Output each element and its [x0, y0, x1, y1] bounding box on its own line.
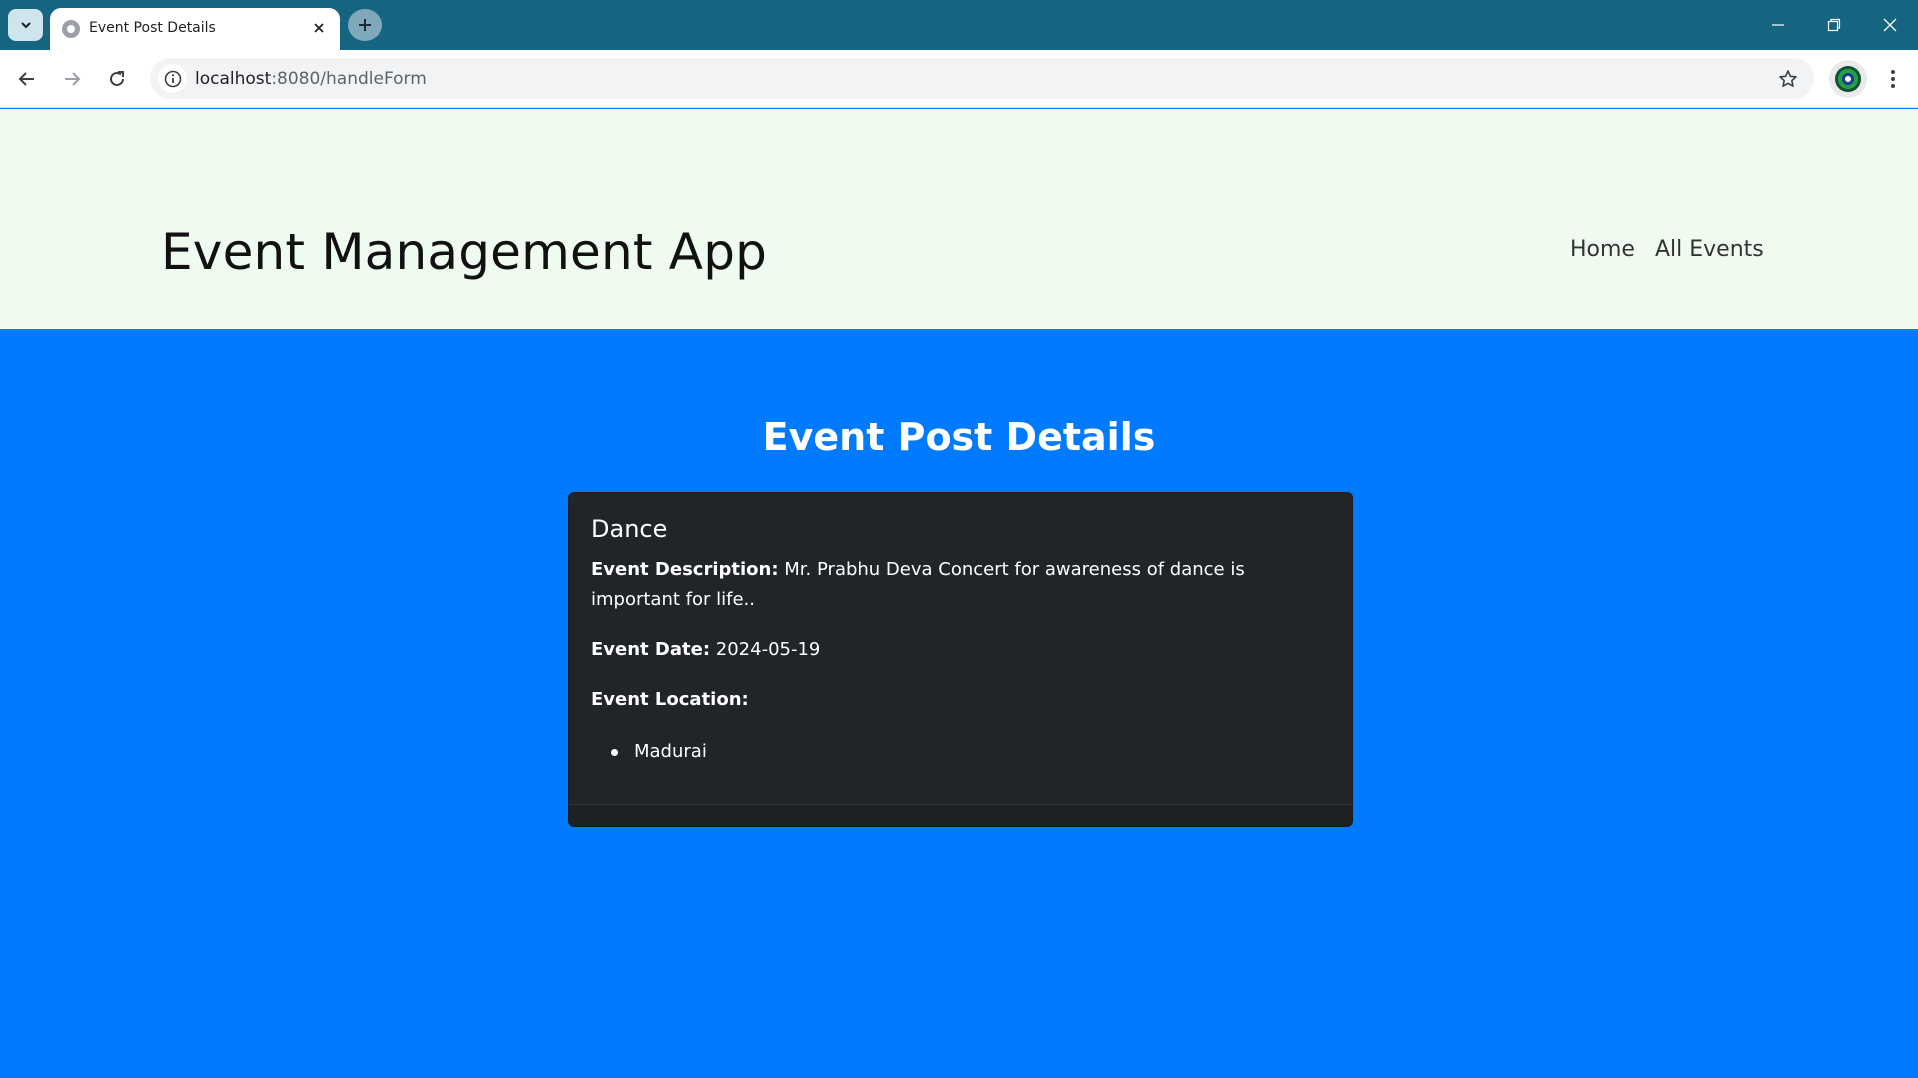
location-list: Madurai: [609, 737, 707, 767]
tab-title: Event Post Details: [89, 20, 216, 36]
active-tab[interactable]: Event Post Details: [50, 8, 340, 50]
profile-button[interactable]: [1829, 60, 1867, 98]
event-description-row: Event Description: Mr. Prabhu Deva Conce…: [591, 555, 1331, 615]
minimize-button[interactable]: [1750, 0, 1806, 50]
url-path: :8080/handleForm: [271, 69, 427, 89]
chevron-down-icon: [20, 22, 31, 29]
event-date-row: Event Date: 2024-05-19: [591, 635, 1331, 665]
card-footer: [569, 804, 1352, 826]
page-title: Event Post Details: [762, 415, 1156, 459]
close-icon[interactable]: [307, 16, 331, 40]
event-date: 2024-05-19: [715, 639, 821, 660]
tab-search-button[interactable]: [8, 9, 43, 41]
back-arrow-icon: [18, 72, 34, 86]
new-tab-button[interactable]: [348, 9, 382, 41]
more-vert-icon[interactable]: [1876, 62, 1910, 96]
back-button[interactable]: [10, 62, 44, 96]
forward-button[interactable]: [55, 62, 89, 96]
info-icon[interactable]: [158, 64, 187, 93]
site-header: Event Management App Home All Events: [0, 109, 1918, 329]
location-item: Madurai: [609, 737, 707, 767]
reload-icon: [110, 71, 124, 86]
event-date-label: Event Date:: [591, 639, 711, 660]
event-description-label: Event Description:: [591, 559, 779, 580]
url-host: localhost: [195, 69, 272, 89]
profile-icon: [1835, 66, 1861, 92]
main-nav: Home All Events: [1570, 237, 1764, 262]
address-bar[interactable]: localhost:8080/handleForm: [150, 58, 1814, 99]
event-title: Dance: [591, 515, 668, 543]
globe-icon: [62, 20, 80, 38]
event-card: Dance Event Description: Mr. Prabhu Deva…: [568, 492, 1353, 827]
event-location-row: Event Location:: [591, 685, 1331, 715]
restore-button[interactable]: [1806, 0, 1862, 50]
minimize-icon: [1772, 24, 1784, 26]
nav-link-all-events[interactable]: All Events: [1655, 237, 1764, 262]
reload-button[interactable]: [100, 62, 134, 96]
restore-icon: [1827, 18, 1841, 32]
event-location-label: Event Location:: [591, 689, 749, 710]
close-window-icon: [1883, 18, 1897, 32]
main-content: Event Post Details Dance Event Descripti…: [0, 329, 1918, 1078]
close-window-button[interactable]: [1862, 0, 1918, 50]
brand-title[interactable]: Event Management App: [161, 223, 767, 281]
forward-arrow-icon: [65, 72, 81, 86]
nav-link-home[interactable]: Home: [1570, 237, 1635, 262]
tab-strip: Event Post Details: [0, 0, 1918, 50]
url-text: localhost:8080/handleForm: [195, 69, 427, 89]
browser-toolbar: localhost:8080/handleForm: [0, 50, 1918, 108]
star-icon[interactable]: [1776, 67, 1800, 91]
plus-icon: [359, 19, 371, 31]
